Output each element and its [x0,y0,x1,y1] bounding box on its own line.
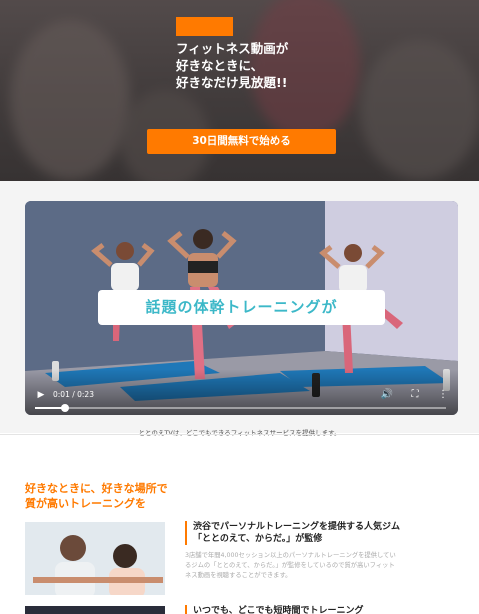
section-title-line: 好きなときに、好きな場所で [25,482,168,495]
hero-headline-line: フィットネス動画が [176,41,289,56]
section-title-line: 質が高いトレーニングを [25,497,146,510]
feature-description-line: るジムの「ととのえて、からだ。」が監修をしているので質が高いフィット [185,562,395,569]
play-icon[interactable]: ▶ [35,389,47,401]
fullscreen-icon[interactable]: ⛶ [408,388,422,402]
brand-logo [176,17,233,36]
feature-description-line: ネス動画を視聴することができます。 [185,572,292,579]
video-progress-handle[interactable] [61,404,69,412]
free-trial-button[interactable]: 30日間無料で始める [147,129,336,154]
feature-title-line: 「ととのえて、からだ。」が監修 [193,534,323,544]
feature-title-line: いつでも、どこでも短時間でトレーニング [193,606,364,614]
trainers-photo [25,522,165,595]
service-description: ととのえTVは、どこでもできるフィットネスサービスを提供します。 [138,429,341,437]
feature-title-line: 渋谷でパーソナルトレーニングを提供する人気ジム [193,522,401,532]
section-divider [0,434,479,435]
volume-icon[interactable]: 🔊 [380,388,394,402]
video-caption: 話題の体幹トレーニングが [98,290,385,325]
video-controls: ▶ 0:01 / 0:23 🔊 ⛶ ⋮ [25,369,458,415]
section-title: 好きなときに、好きな場所で 質が高いトレーニングを [25,481,168,511]
feature-title: 渋谷でパーソナルトレーニングを提供する人気ジム 「ととのえて、からだ。」が監修 [185,521,455,545]
feature-image [25,522,165,595]
hero-headline-line: 好きなときに、 [176,58,264,73]
hero-headline-line: 好きなだけ見放題!! [176,75,288,90]
video-progress-bar[interactable] [35,404,446,412]
hero-section: フィットネス動画が 好きなときに、 好きなだけ見放題!! 30日間無料で始める [0,0,479,181]
hero-headline: フィットネス動画が 好きなときに、 好きなだけ見放題!! [176,40,336,91]
video-time: 0:01 / 0:23 [53,390,94,399]
more-vertical-icon[interactable]: ⋮ [436,388,450,402]
video-player[interactable]: 話題の体幹トレーニングが ▶ 0:01 / 0:23 🔊 ⛶ ⋮ [25,201,458,415]
feature-description: 3店舗で年間4,000セッション以上のパーソナルトレーニングを提供してい るジム… [185,551,457,581]
feature-description-line: 3店舗で年間4,000セッション以上のパーソナルトレーニングを提供してい [185,552,396,559]
feature-title: いつでも、どこでも短時間でトレーニング [185,605,455,614]
feature-image [25,606,165,614]
